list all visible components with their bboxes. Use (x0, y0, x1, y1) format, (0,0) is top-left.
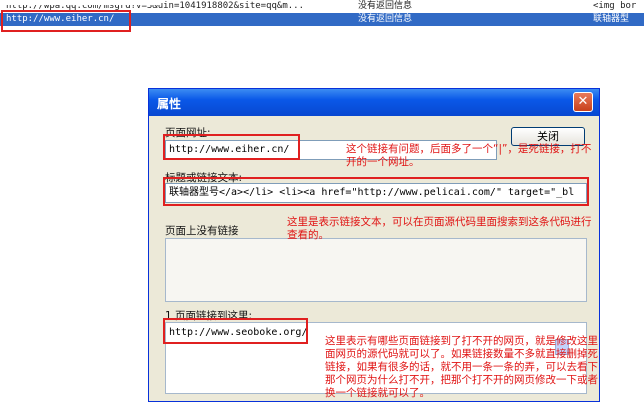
list-status: 没有返回信息 (358, 1, 413, 11)
row-clip (0, 0, 160, 5)
list-row-selected[interactable]: http://www.eiher.cn/ 没有返回信息 联轴器型 (0, 13, 644, 26)
close-icon[interactable]: ✕ (573, 92, 593, 112)
linked-pages-label: 1 页面链接到这里: (165, 310, 253, 322)
annotation-note-3: 这里表示有哪些页面链接到了打不开的网页，就是修改这里 面网页的源代码就可以了。如… (325, 335, 598, 399)
list-anchor: 联轴器型 (593, 14, 630, 24)
annotation-note-1: 这个链接有问题，后面多了一个“|”，是死链接，打不 开的一个网址。 (346, 143, 592, 168)
list-status: 没有返回信息 (358, 14, 413, 24)
page-url-label: 页面网址: (165, 127, 211, 139)
list-anchor: <img bor (593, 1, 637, 11)
links-list[interactable] (165, 238, 587, 302)
linked-page-url[interactable]: http://www.seoboke.org/ (169, 327, 307, 338)
dialog-title: 属性 (157, 97, 182, 111)
annotation-note-2: 这里是表示链接文本，可以在页面源代码里面搜索到这条代码进行 查看的。 (287, 216, 592, 241)
list-url: http://www.eiher.cn/ (6, 14, 115, 24)
no-link-label: 页面上没有链接 (165, 225, 239, 237)
dialog-titlebar[interactable]: 属性 ✕ (149, 89, 599, 116)
anchor-text-field[interactable]: 联轴器型号</a></li> <li><a href="http://www.p… (165, 183, 587, 203)
list-row[interactable]: http://wpa.qq.com/msgrd?v=3&uin=10419188… (0, 0, 644, 13)
